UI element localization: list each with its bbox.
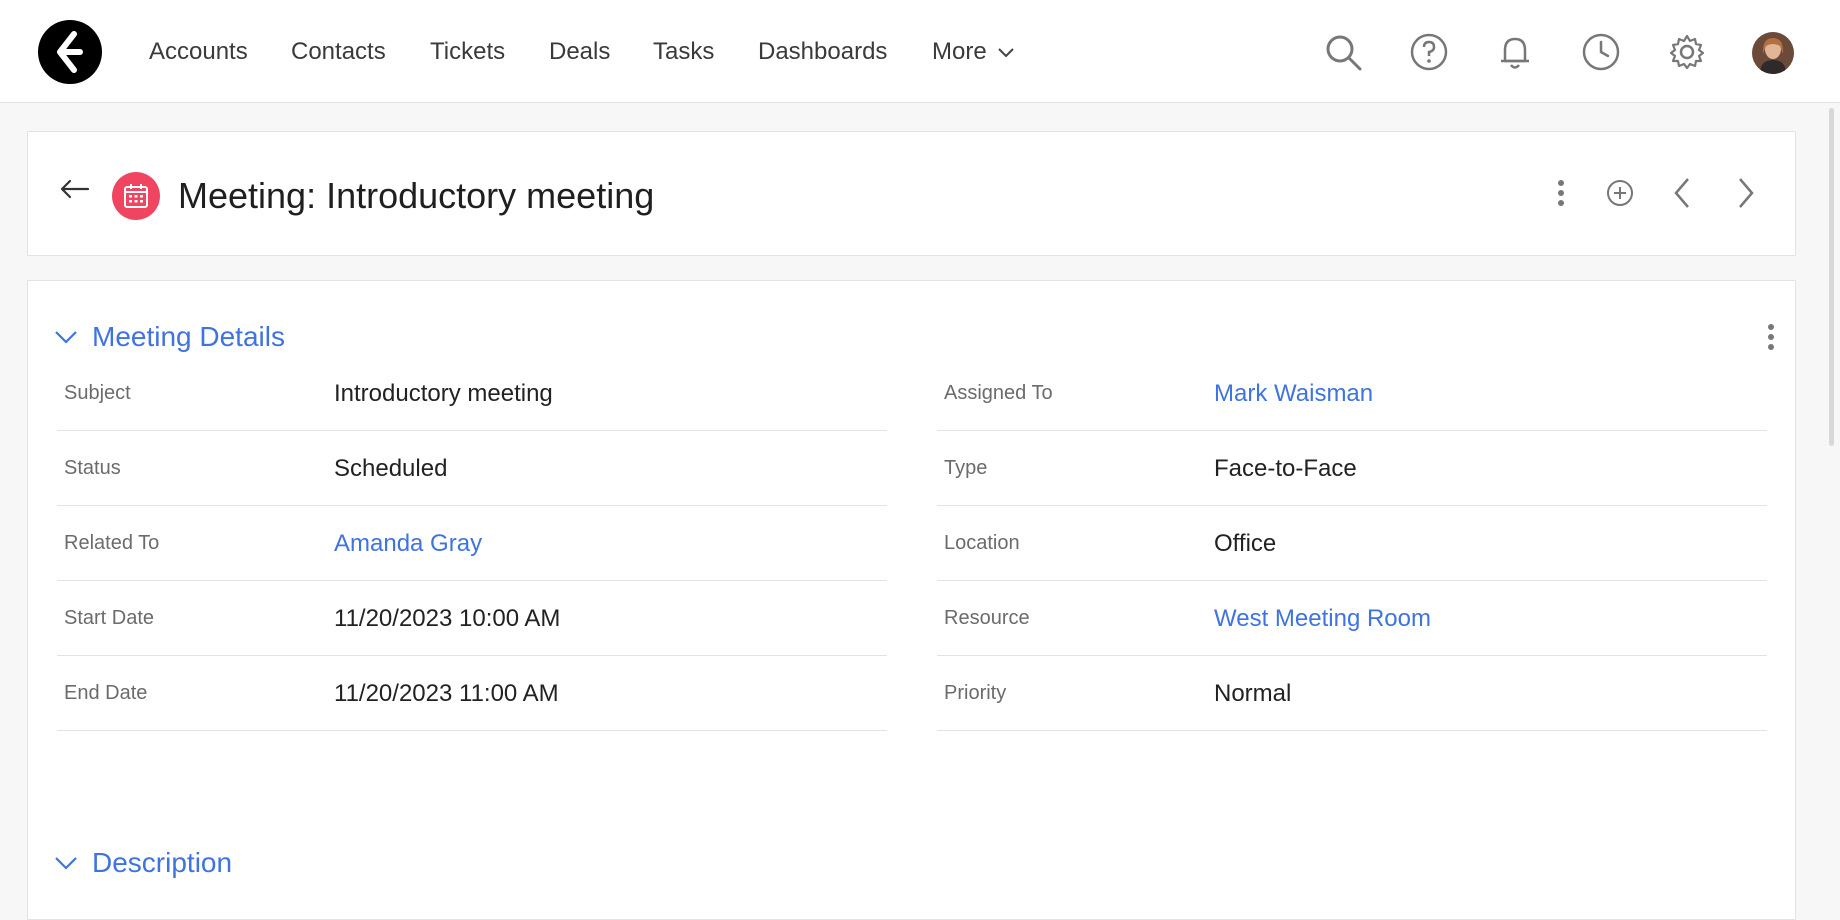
gear-icon[interactable] bbox=[1667, 32, 1707, 72]
field-value-related-to[interactable]: Amanda Gray bbox=[334, 506, 482, 581]
user-avatar[interactable] bbox=[1752, 32, 1794, 74]
field-row-priority: Priority Normal bbox=[937, 656, 1767, 731]
field-label-status: Status bbox=[64, 457, 121, 479]
nav-deals[interactable]: Deals bbox=[549, 0, 610, 103]
chevron-down-icon bbox=[997, 46, 1015, 58]
nav-more[interactable]: More bbox=[932, 0, 1015, 103]
field-label-end-date: End Date bbox=[64, 682, 148, 704]
field-row-end-date: End Date 11/20/2023 11:00 AM bbox=[57, 656, 887, 731]
field-value-start-date: 11/20/2023 10:00 AM bbox=[334, 604, 561, 632]
chevron-right-icon[interactable] bbox=[1729, 176, 1763, 210]
chevron-left-icon[interactable] bbox=[1665, 176, 1699, 210]
field-value-end-date: 11/20/2023 11:00 AM bbox=[334, 679, 559, 707]
nav-dashboards[interactable]: Dashboards bbox=[758, 0, 887, 103]
nav-more-label: More bbox=[932, 37, 987, 65]
field-row-resource: Resource West Meeting Room bbox=[937, 581, 1767, 656]
history-icon[interactable] bbox=[1581, 32, 1621, 72]
more-vertical-icon[interactable] bbox=[1544, 176, 1578, 210]
field-label-resource: Resource bbox=[944, 607, 1030, 629]
back-arrow-icon[interactable] bbox=[60, 174, 90, 204]
chevron-down-icon bbox=[54, 856, 80, 870]
page-scrollbar[interactable] bbox=[1829, 108, 1834, 446]
field-label-type: Type bbox=[944, 457, 988, 479]
section-title-meeting-details: Meeting Details bbox=[92, 321, 285, 352]
field-value-type: Face-to-Face bbox=[1214, 454, 1357, 482]
section-toggle-meeting-details[interactable]: Meeting Details bbox=[54, 317, 285, 357]
logo-icon bbox=[57, 31, 83, 73]
nav-tasks[interactable]: Tasks bbox=[653, 0, 714, 103]
calendar-icon bbox=[112, 172, 160, 220]
field-value-priority: Normal bbox=[1214, 679, 1292, 707]
bell-icon[interactable] bbox=[1495, 32, 1535, 72]
nav-accounts[interactable]: Accounts bbox=[149, 0, 248, 103]
field-label-related-to: Related To bbox=[64, 532, 160, 554]
top-navigation-bar: Accounts Contacts Tickets Deals Tasks Da… bbox=[0, 0, 1840, 103]
search-icon[interactable] bbox=[1323, 32, 1363, 72]
record-header: Meeting: Introductory meeting bbox=[27, 131, 1796, 256]
field-value-subject: Introductory meeting bbox=[334, 379, 553, 407]
field-value-location: Office bbox=[1214, 529, 1277, 557]
field-row-assigned-to: Assigned To Mark Waisman bbox=[937, 356, 1767, 431]
field-label-subject: Subject bbox=[64, 382, 131, 404]
field-row-location: Location Office bbox=[937, 506, 1767, 581]
help-icon[interactable] bbox=[1409, 32, 1449, 72]
field-row-start-date: Start Date 11/20/2023 10:00 AM bbox=[57, 581, 887, 656]
field-label-priority: Priority bbox=[944, 682, 1007, 704]
field-row-subject: Subject Introductory meeting bbox=[57, 356, 887, 431]
field-label-start-date: Start Date bbox=[64, 607, 155, 629]
section-title-description: Description bbox=[92, 847, 233, 878]
meeting-details-card: Meeting Details Subject Introductory meet… bbox=[27, 280, 1796, 920]
field-row-status: Status Scheduled bbox=[57, 431, 887, 506]
field-row-related-to: Related To Amanda Gray bbox=[57, 506, 887, 581]
field-label-assigned-to: Assigned To bbox=[944, 382, 1053, 404]
page-title: Meeting: Introductory meeting bbox=[178, 175, 655, 216]
nav-tickets[interactable]: Tickets bbox=[430, 0, 505, 103]
field-label-location: Location bbox=[944, 532, 1020, 554]
field-row-type: Type Face-to-Face bbox=[937, 431, 1767, 506]
field-value-status: Scheduled bbox=[334, 454, 448, 482]
section-more-vertical-icon[interactable] bbox=[1756, 317, 1786, 357]
add-circle-icon[interactable] bbox=[1603, 176, 1637, 210]
nav-contacts[interactable]: Contacts bbox=[291, 0, 386, 103]
section-toggle-description[interactable]: Description bbox=[54, 843, 232, 883]
app-logo[interactable] bbox=[38, 20, 102, 84]
field-value-resource[interactable]: West Meeting Room bbox=[1214, 581, 1431, 656]
field-value-assigned-to[interactable]: Mark Waisman bbox=[1214, 356, 1373, 431]
chevron-down-icon bbox=[54, 330, 80, 344]
